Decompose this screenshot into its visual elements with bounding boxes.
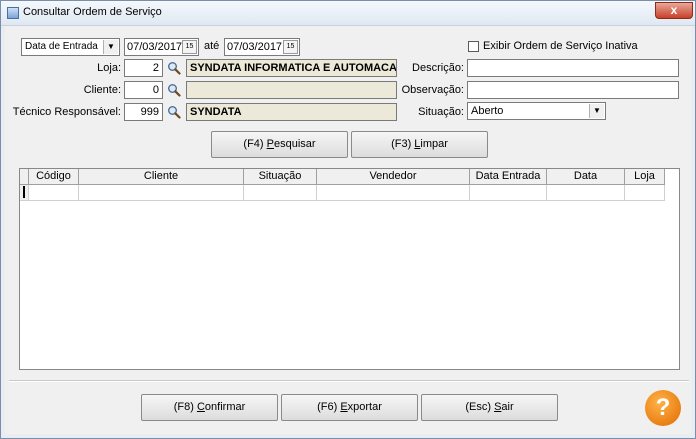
column-header-situacao[interactable]: Situação xyxy=(244,169,317,185)
situacao-value: Aberto xyxy=(471,105,504,117)
search-button-prefix: (F4) xyxy=(243,138,267,150)
date-from-field[interactable]: 07/03/2017 15 xyxy=(124,38,199,56)
main-window: Consultar Ordem de Serviço x Data de Ent… xyxy=(0,0,696,439)
calendar-icon[interactable]: 15 xyxy=(283,40,298,54)
date-separator-label: até xyxy=(204,40,220,52)
help-icon[interactable]: ? xyxy=(645,390,681,426)
column-header-vendedor[interactable]: Vendedor xyxy=(317,169,470,185)
descricao-input[interactable] xyxy=(467,59,679,77)
grid-cell[interactable] xyxy=(625,185,665,201)
grid-cell[interactable] xyxy=(547,185,625,201)
close-button[interactable]: x xyxy=(655,2,693,19)
date-from-value: 07/03/2017 xyxy=(127,41,183,53)
observacao-input[interactable] xyxy=(467,81,679,99)
cliente-code-input[interactable]: 0 xyxy=(124,81,163,99)
search-button-rest: esquisar xyxy=(274,138,316,150)
column-header-codigo[interactable]: Código xyxy=(29,169,79,185)
search-button-hotkey: P xyxy=(266,138,274,150)
grid-cell[interactable] xyxy=(79,185,244,201)
export-button-hotkey: E xyxy=(340,401,348,413)
clear-button-prefix: (F3) xyxy=(391,138,415,150)
tecnico-code-input[interactable]: 999 xyxy=(124,103,163,121)
loja-name-field: SYNDATA INFORMATICA E AUTOMACAO C xyxy=(186,59,397,77)
column-header-data-entrada[interactable]: Data Entrada xyxy=(470,169,547,185)
date-to-value: 07/03/2017 xyxy=(227,41,283,53)
grid-cell[interactable] xyxy=(317,185,470,201)
grid-cell[interactable] xyxy=(470,185,547,201)
clear-button[interactable]: (F3) Limpar xyxy=(351,131,488,158)
export-button-rest: xportar xyxy=(347,401,382,413)
situacao-select[interactable]: Aberto ▼ xyxy=(467,102,606,120)
loja-code-input[interactable]: 2 xyxy=(124,59,163,77)
show-inactive-label: Exibir Ordem de Serviço Inativa xyxy=(483,40,638,52)
tecnico-name-field: SYNDATA xyxy=(186,103,397,121)
confirm-button-prefix: (F8) xyxy=(173,401,197,413)
confirm-button[interactable]: (F8) Confirmar xyxy=(141,394,278,421)
loja-label: Loja: xyxy=(97,62,121,74)
grid-cell[interactable] xyxy=(244,185,317,201)
search-icon[interactable] xyxy=(167,83,181,97)
row-cursor xyxy=(23,186,25,198)
column-header-cliente[interactable]: Cliente xyxy=(79,169,244,185)
chevron-down-icon: ▼ xyxy=(103,40,118,54)
search-icon[interactable] xyxy=(167,61,181,75)
situacao-label: Situação: xyxy=(418,106,464,118)
search-icon[interactable] xyxy=(167,105,181,119)
exit-button-prefix: (Esc) xyxy=(465,401,495,413)
results-grid[interactable]: Código Cliente Situação Vendedor Data En… xyxy=(19,168,680,370)
divider xyxy=(9,380,689,382)
export-button[interactable]: (F6) Exportar xyxy=(281,394,418,421)
chevron-down-icon: ▼ xyxy=(589,104,604,118)
column-header-data-conclusao[interactable]: Data Conclusão xyxy=(547,169,625,197)
show-inactive-checkbox[interactable] xyxy=(468,41,479,52)
confirm-button-hotkey: C xyxy=(196,401,205,413)
cliente-name-field xyxy=(186,81,397,99)
search-button[interactable]: (F4) Pesquisar xyxy=(211,131,348,158)
clear-button-rest: impar xyxy=(420,138,448,150)
tecnico-label: Técnico Responsável: xyxy=(12,106,121,118)
column-header-loja[interactable]: Loja xyxy=(625,169,665,185)
row-indicator[interactable] xyxy=(20,185,29,201)
date-type-value: Data de Entrada xyxy=(25,41,98,52)
row-indicator-header xyxy=(20,169,29,185)
grid-cell[interactable] xyxy=(29,185,79,201)
observacao-label: Observação: xyxy=(401,84,464,96)
exit-button[interactable]: (Esc) Sair xyxy=(421,394,558,421)
form-area: Data de Entrada ▼ 07/03/2017 15 até 07/0… xyxy=(5,26,691,434)
export-button-prefix: (F6) xyxy=(317,401,341,413)
confirm-button-rest: onfirmar xyxy=(204,401,246,413)
calendar-icon[interactable]: 15 xyxy=(182,40,197,54)
exit-button-rest: air xyxy=(501,401,514,413)
date-to-field[interactable]: 07/03/2017 15 xyxy=(224,38,300,56)
window-title: Consultar Ordem de Serviço xyxy=(23,6,162,18)
title-bar: Consultar Ordem de Serviço x xyxy=(1,1,695,26)
app-icon xyxy=(7,7,19,19)
date-type-select[interactable]: Data de Entrada ▼ xyxy=(21,38,120,56)
descricao-label: Descrição: xyxy=(412,62,464,74)
cliente-label: Cliente: xyxy=(83,84,121,96)
